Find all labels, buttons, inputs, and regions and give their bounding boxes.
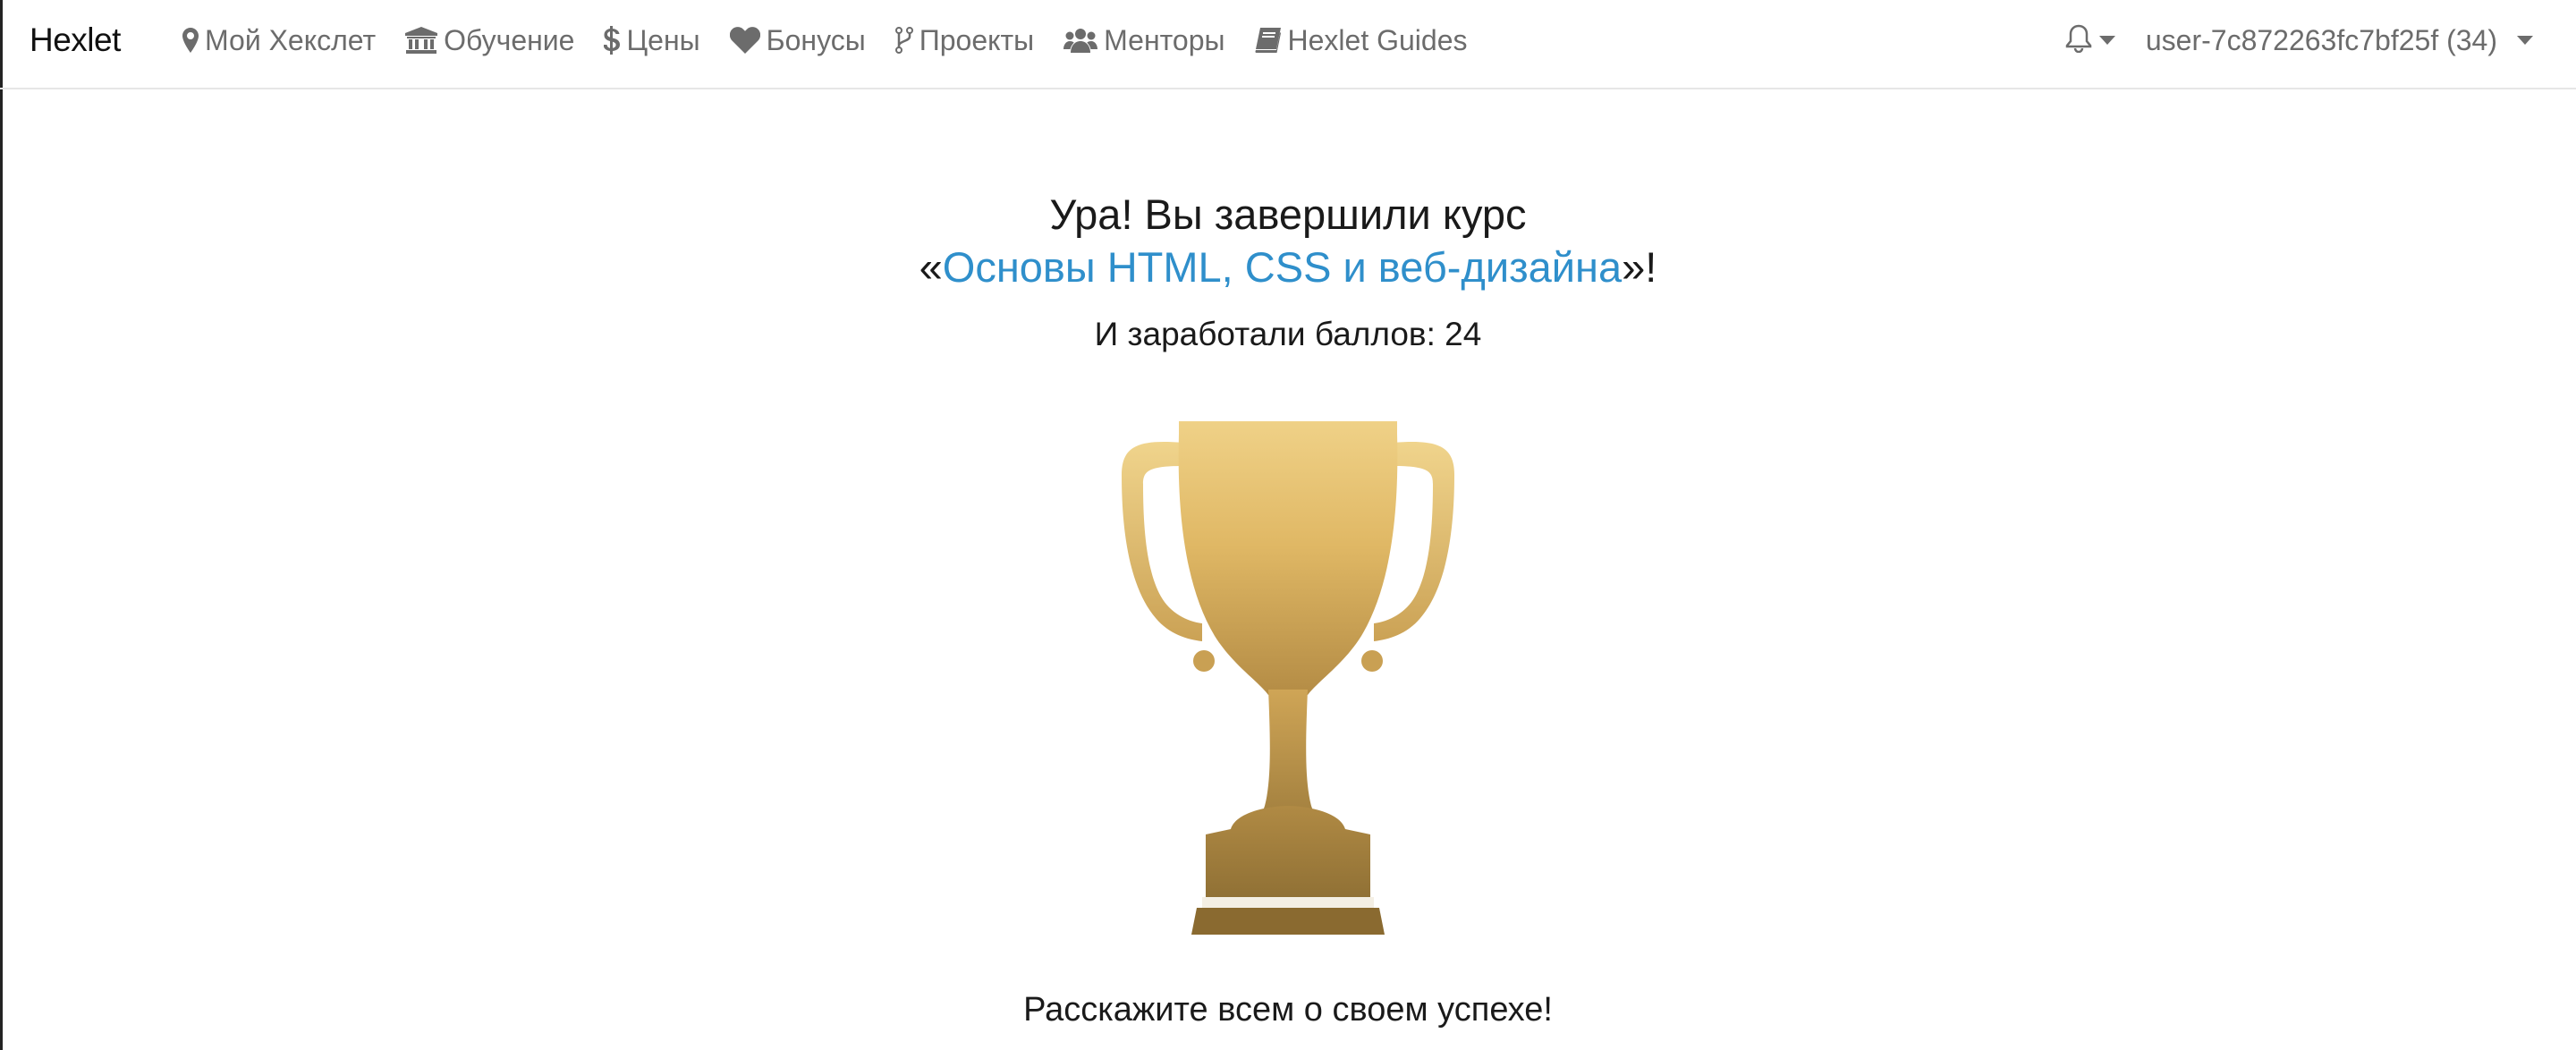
book-icon (1254, 26, 1282, 55)
university-icon (405, 26, 438, 55)
quote-close: »! (1622, 243, 1657, 291)
nav-item-guides[interactable]: Hexlet Guides (1254, 23, 1468, 57)
nav-item-my-hexlet[interactable]: Мой Хекслет (182, 24, 376, 57)
share-success-prompt: Расскажите всем о своем успехе! (1023, 991, 1553, 1029)
notifications-dropdown[interactable] (2065, 24, 2115, 57)
nav-item-label: Проекты (919, 23, 1035, 56)
nav-item-label: Hexlet Guides (1287, 23, 1468, 56)
course-title-line: «Основы HTML, CSS и веб-дизайна»! (0, 242, 2576, 292)
map-marker-icon (182, 26, 199, 55)
nav-item-bonuses[interactable]: Бонусы (729, 23, 866, 57)
nav-item-label: Бонусы (766, 23, 866, 56)
heart-icon (729, 26, 760, 55)
dollar-icon (604, 26, 621, 55)
chevron-down-icon (2517, 36, 2533, 45)
course-complete-section: Ура! Вы завершили курс «Основы HTML, CSS… (0, 89, 2576, 1050)
bell-icon (2065, 24, 2092, 57)
nav-item-mentors[interactable]: Менторы (1063, 23, 1225, 57)
user-menu-dropdown[interactable]: user-7c872263fc7bf25f (34) (2146, 24, 2533, 57)
points-earned-text: И заработали баллов: 24 (1094, 316, 1482, 352)
quote-open: « (919, 243, 943, 291)
nav-item-label: Мой Хекслет (205, 23, 377, 56)
course-link[interactable]: Основы HTML, CSS и веб-дизайна (943, 243, 1622, 291)
user-label: user-7c872263fc7bf25f (34) (2145, 23, 2497, 56)
nav-item-label: Менторы (1104, 23, 1225, 56)
trophy-icon (1122, 421, 1454, 935)
users-icon (1063, 26, 1098, 55)
nav-item-label: Цены (626, 23, 700, 56)
chevron-down-icon (2098, 36, 2115, 45)
brand-logo-link[interactable]: Hexlet (30, 21, 121, 59)
completion-heading: Ура! Вы завершили курс (1049, 191, 1527, 238)
nav-right: user-7c872263fc7bf25f (34) (2065, 20, 2533, 61)
top-navbar: Hexlet Мой Хекслет Обучение Цены Бонусы (0, 0, 2576, 89)
nav-item-learning[interactable]: Обучение (405, 24, 574, 57)
nav-item-projects[interactable]: Проекты (894, 23, 1035, 57)
nav-item-prices[interactable]: Цены (604, 23, 700, 57)
code-fork-icon (894, 26, 913, 55)
nav-item-label: Обучение (444, 23, 575, 56)
nav-menu: Мой Хекслет Обучение Цены Бонусы Проекты (182, 20, 1496, 61)
